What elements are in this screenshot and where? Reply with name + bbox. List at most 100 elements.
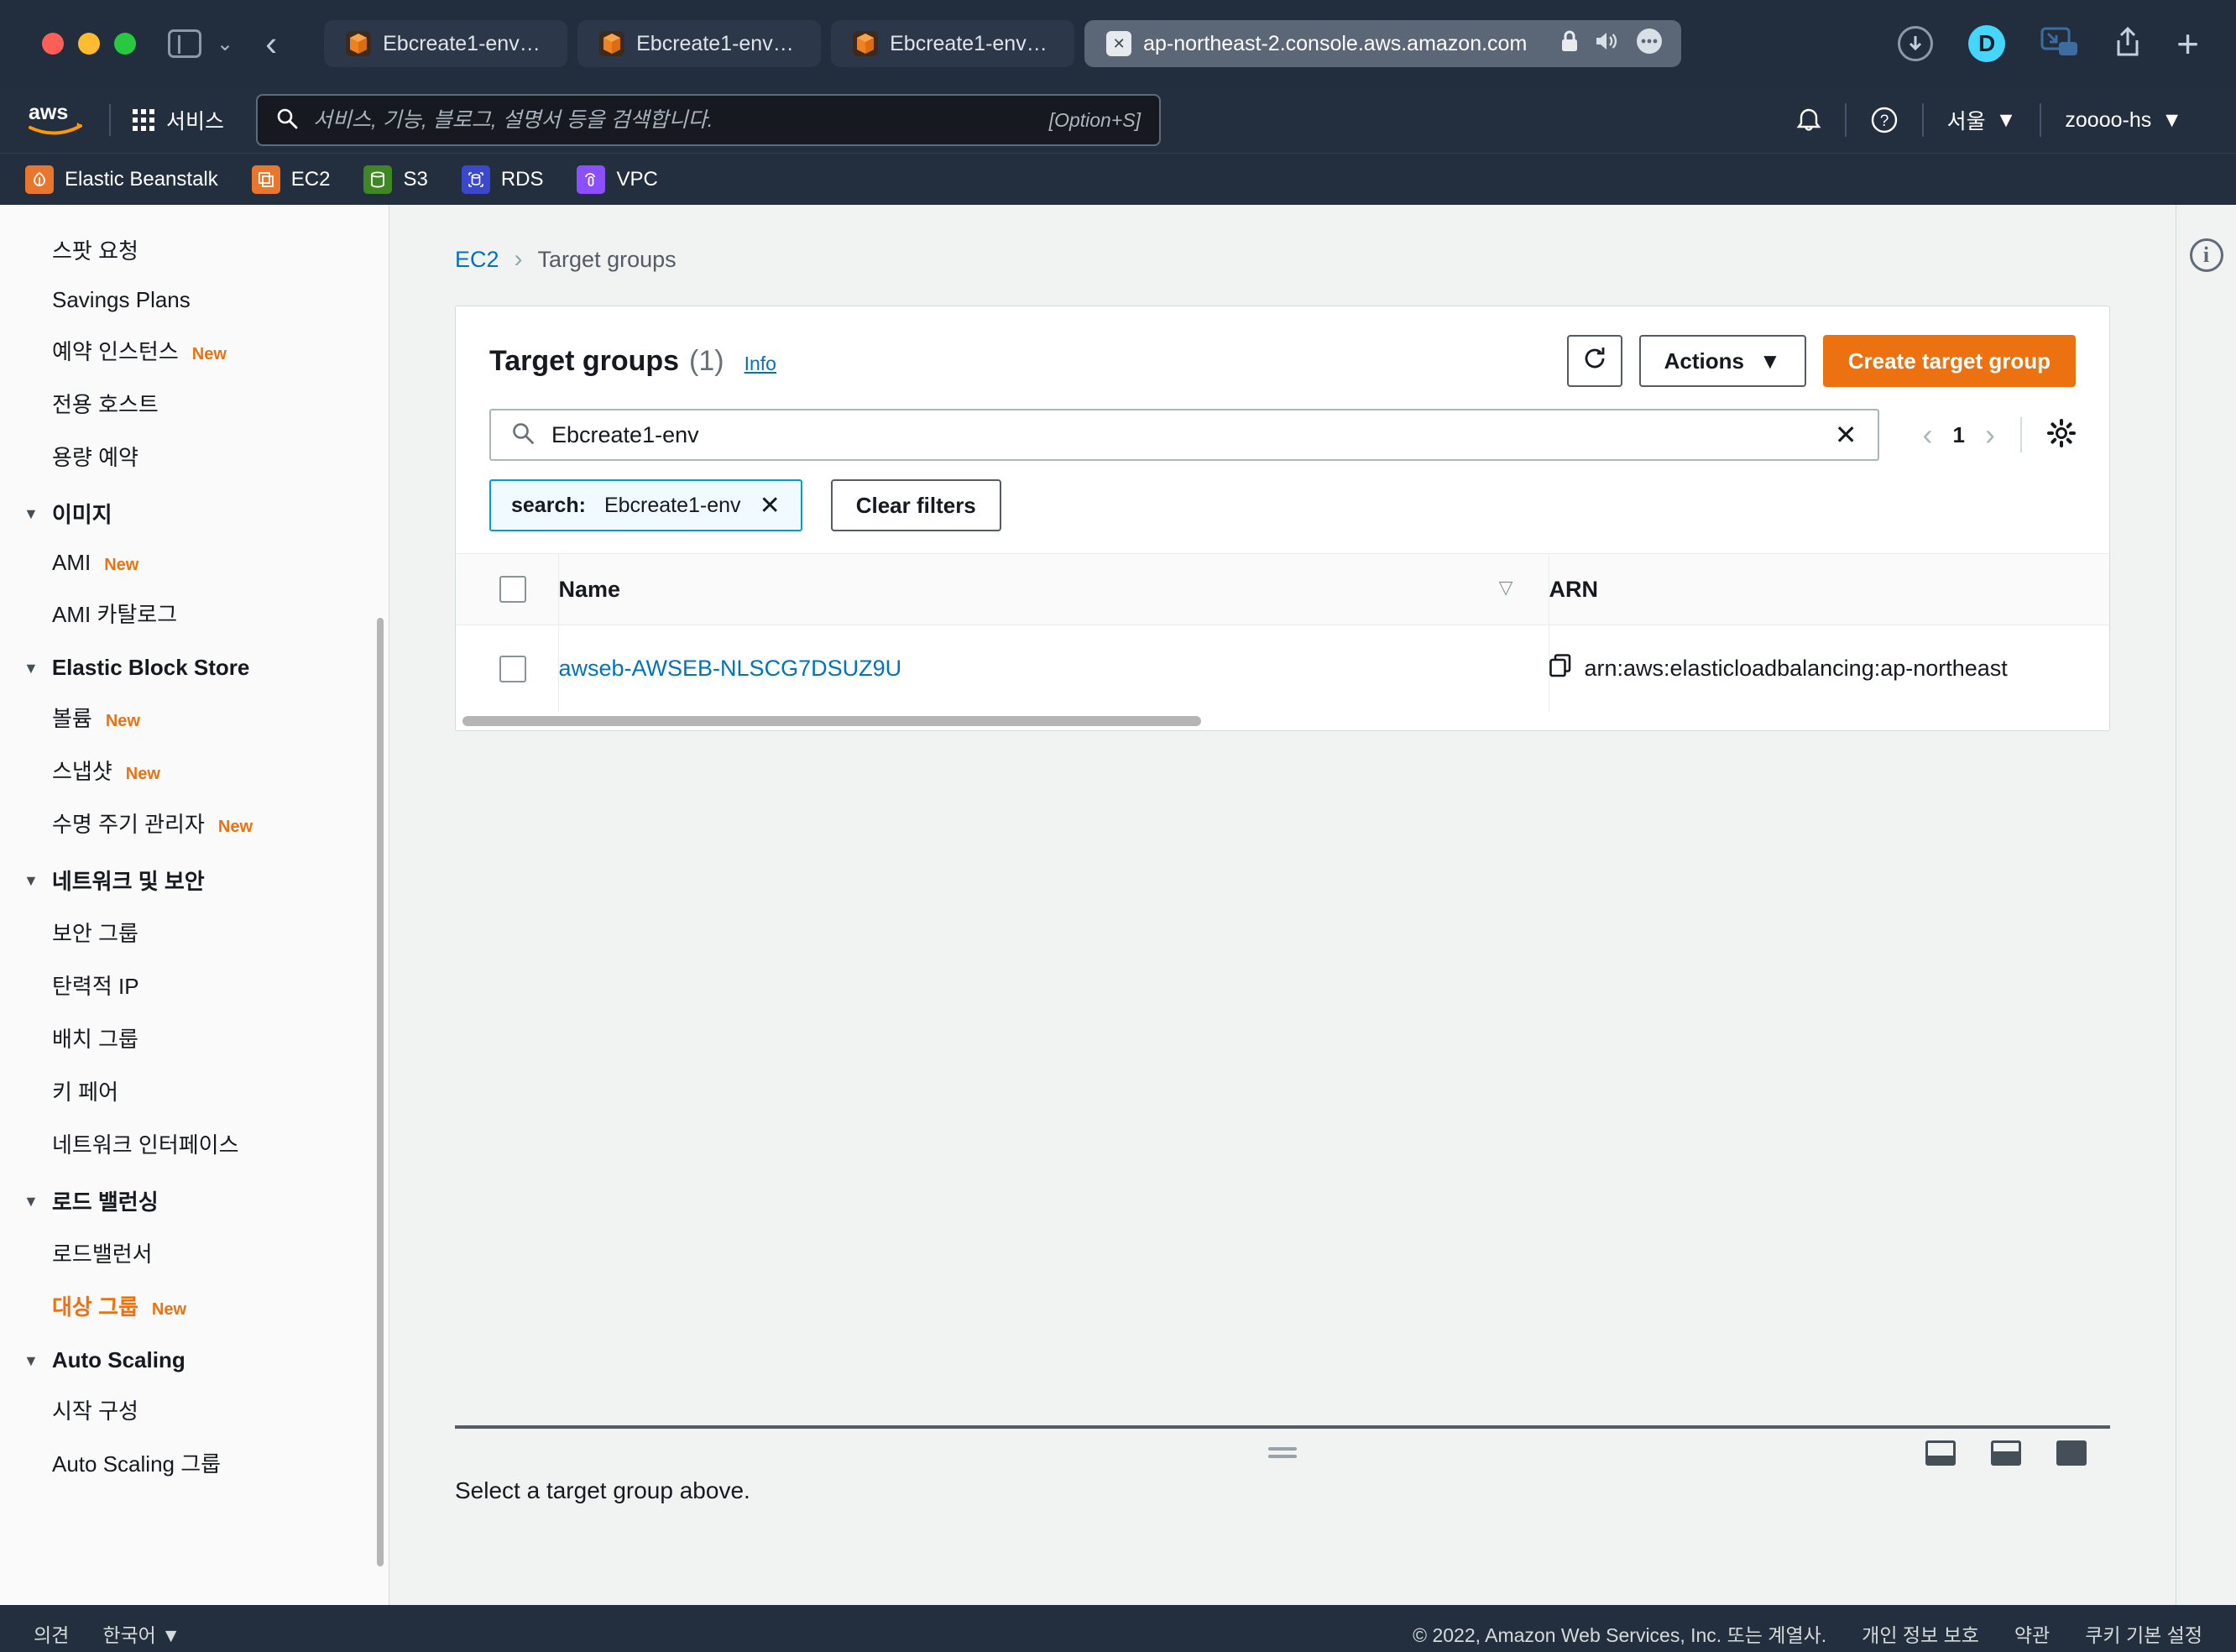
sidebar-item-elastic-ips[interactable]: 탄력적 IP: [0, 959, 389, 1012]
table-horizontal-scrollbar[interactable]: [456, 712, 2109, 730]
split-large-icon[interactable]: [2056, 1440, 2087, 1466]
split-bottom-icon[interactable]: [1925, 1440, 1956, 1466]
sidebar-item-placement-groups[interactable]: 배치 그룹: [0, 1012, 389, 1064]
aws-logo[interactable]: aws: [29, 101, 84, 140]
chevron-right-icon[interactable]: ›: [1985, 419, 1995, 449]
sidebar-group-load-balancing[interactable]: ▼ 로드 밸런싱: [0, 1170, 389, 1226]
ec2-icon: [251, 165, 280, 194]
page-title: Target groups (1) Info: [489, 345, 776, 378]
favorite-rds[interactable]: RDS: [461, 165, 543, 194]
back-icon[interactable]: ‹: [265, 26, 277, 62]
sidebar-group-auto-scaling[interactable]: ▼ Auto Scaling: [0, 1332, 389, 1383]
sort-descending-icon[interactable]: ▽: [1499, 577, 1513, 599]
global-search-box[interactable]: [Option+S]: [256, 94, 1162, 146]
split-medium-icon[interactable]: [1991, 1440, 2021, 1466]
main-content: EC2 › Target groups Target groups (1) In…: [389, 205, 2176, 1605]
copy-icon[interactable]: [1549, 654, 1571, 683]
search-input[interactable]: [313, 107, 1034, 133]
speaker-icon[interactable]: [1594, 30, 1619, 58]
region-selector[interactable]: 서울 ▼: [1924, 98, 2040, 142]
info-icon[interactable]: i: [2189, 238, 2223, 272]
maximize-window-button[interactable]: [114, 33, 136, 55]
sidebar-item-reserved-instances[interactable]: 예약 인스턴스 New: [0, 324, 389, 377]
split-panel-divider[interactable]: [455, 1425, 2110, 1466]
cookie-preferences-link[interactable]: 쿠키 기본 설정: [2085, 1619, 2202, 1648]
browser-tab[interactable]: Ebcreate1-env -...: [324, 20, 568, 67]
share-icon[interactable]: [2114, 26, 2141, 62]
filter-chip-search[interactable]: search: Ebcreate1-env ✕: [489, 479, 802, 531]
split-panel-layout-controls: [1925, 1440, 2087, 1466]
search-filter[interactable]: ✕: [489, 409, 1879, 461]
browser-tab[interactable]: Ebcreate1-env -...: [577, 20, 822, 67]
favorite-vpc[interactable]: VPC: [577, 165, 658, 194]
sidebar-item-auto-scaling-groups[interactable]: Auto Scaling 그룹: [0, 1436, 389, 1489]
close-window-button[interactable]: [42, 33, 64, 55]
chevron-down-icon[interactable]: ⌄: [217, 32, 233, 56]
search-input[interactable]: [551, 421, 1818, 448]
downloads-icon[interactable]: [1898, 26, 1934, 61]
sidebar-item-label: AMI 카탈로그: [52, 602, 178, 627]
sidebar-group-images[interactable]: ▼ 이미지: [0, 483, 389, 539]
column-header-name[interactable]: Name ▽: [557, 553, 1549, 625]
sidebar-item-snapshots[interactable]: 스냅샷 New: [0, 744, 389, 797]
sidebar-item-capacity-reservations[interactable]: 용량 예약: [0, 430, 389, 483]
select-all-checkbox[interactable]: [499, 576, 526, 603]
sidebar-item-security-groups[interactable]: 보안 그룹: [0, 906, 389, 959]
refresh-button[interactable]: [1566, 335, 1622, 387]
close-icon[interactable]: ✕: [1835, 419, 1857, 451]
beanstalk-cube-icon: [853, 31, 879, 56]
clear-filters-button[interactable]: Clear filters: [830, 479, 1001, 531]
breadcrumb-link-ec2[interactable]: EC2: [455, 247, 499, 273]
browser-tab[interactable]: Ebcreate1-env -...: [831, 20, 1075, 67]
privacy-link[interactable]: 개인 정보 보호: [1862, 1619, 1979, 1648]
picture-in-picture-icon[interactable]: [2040, 27, 2079, 61]
favorite-s3[interactable]: S3: [363, 165, 428, 194]
sidebar-item-savings-plans[interactable]: Savings Plans: [0, 276, 389, 324]
browser-tab-active[interactable]: ✕ ap-northeast-2.console.aws.amazon.com: [1084, 20, 1682, 67]
sidebar-scrollbar[interactable]: [377, 618, 384, 1566]
chevron-left-icon[interactable]: ‹: [1923, 419, 1933, 449]
table-row[interactable]: awseb-AWSEB-NLSCG7DSUZ9U arn:aws:elastic…: [456, 625, 2109, 712]
favorite-ec2[interactable]: EC2: [251, 165, 330, 194]
sidebar-item-ami[interactable]: AMI New: [0, 539, 389, 587]
page-footer: 의견 한국어 ▼ © 2022, Amazon Web Services, In…: [0, 1605, 2236, 1652]
services-menu-button[interactable]: 서비스: [114, 97, 243, 144]
notifications-button[interactable]: [1773, 98, 1845, 142]
new-tab-icon[interactable]: +: [2176, 24, 2199, 63]
sidebar-toggle-icon[interactable]: [168, 29, 201, 58]
close-icon[interactable]: ✕: [760, 491, 781, 520]
more-options-icon[interactable]: [1634, 26, 1664, 62]
sidebar-item-target-groups[interactable]: 대상 그룹 New: [0, 1279, 389, 1332]
sidebar-item-ami-catalog[interactable]: AMI 카탈로그: [0, 587, 389, 640]
scrollbar-thumb[interactable]: [462, 716, 1201, 726]
favorite-elastic-beanstalk[interactable]: Elastic Beanstalk: [25, 165, 218, 194]
account-menu[interactable]: zoooo-hs ▼: [2041, 98, 2206, 142]
actions-button[interactable]: Actions ▼: [1638, 335, 1806, 387]
drag-handle-icon[interactable]: [1268, 1447, 1297, 1459]
sidebar-item-key-pairs[interactable]: 키 페어: [0, 1064, 389, 1117]
new-badge: New: [104, 556, 139, 574]
help-button[interactable]: ?: [1847, 98, 1922, 142]
duckduckgo-badge-icon[interactable]: D: [1968, 25, 2006, 62]
page-number[interactable]: 1: [1953, 422, 1965, 448]
sidebar-item-load-balancers[interactable]: 로드밸런서: [0, 1226, 389, 1279]
sidebar-group-network-and-security[interactable]: ▼ 네트워크 및 보안: [0, 850, 389, 906]
column-header-arn[interactable]: ARN: [1548, 553, 2109, 625]
feedback-link[interactable]: 의견: [34, 1619, 69, 1648]
sidebar-item-network-interfaces[interactable]: 네트워크 인터페이스: [0, 1117, 389, 1170]
terms-link[interactable]: 약관: [2014, 1619, 2050, 1648]
create-target-group-button[interactable]: Create target group: [1822, 335, 2076, 387]
language-selector[interactable]: 한국어 ▼: [102, 1619, 180, 1648]
gear-icon[interactable]: [2047, 418, 2076, 452]
sidebar-item-volumes[interactable]: 볼륨 New: [0, 691, 389, 744]
sidebar-item-dedicated-hosts[interactable]: 전용 호스트: [0, 377, 389, 430]
target-group-link[interactable]: awseb-AWSEB-NLSCG7DSUZ9U: [559, 656, 901, 681]
sidebar-group-elastic-block-store[interactable]: ▼ Elastic Block Store: [0, 640, 389, 691]
row-checkbox[interactable]: [499, 655, 526, 682]
minimize-window-button[interactable]: [78, 33, 100, 55]
info-link[interactable]: Info: [744, 353, 776, 375]
sidebar-item-spot-requests[interactable]: 스팟 요청: [0, 223, 389, 276]
chip-prefix: search:: [511, 493, 586, 517]
sidebar-item-lifecycle-manager[interactable]: 수명 주기 관리자 New: [0, 797, 389, 850]
sidebar-item-launch-configurations[interactable]: 시작 구성: [0, 1383, 389, 1436]
